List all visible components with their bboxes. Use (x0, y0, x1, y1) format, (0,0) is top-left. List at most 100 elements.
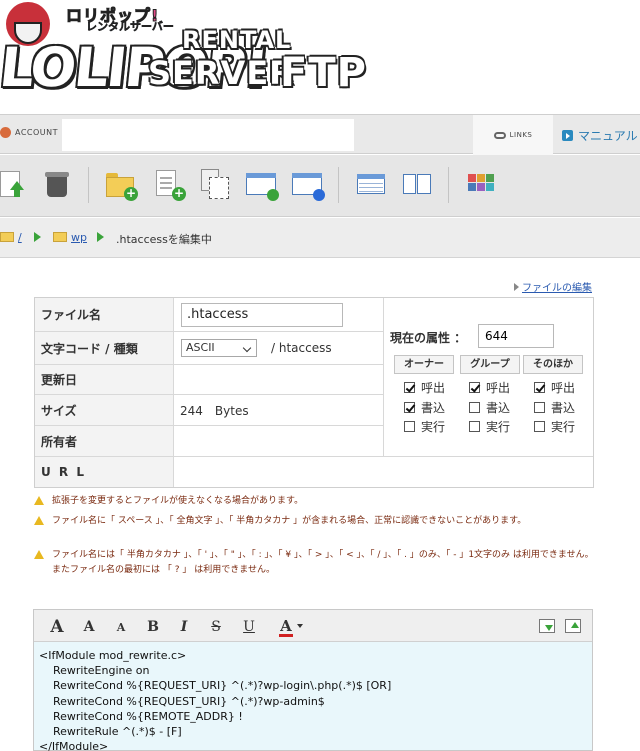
other-exec-checkbox[interactable]: 実行 (534, 418, 575, 435)
checkbox-box[interactable] (469, 382, 480, 393)
group-exec-checkbox[interactable]: 実行 (469, 418, 510, 435)
code-line: RewriteCond %{REMOTE_ADDR} ! (39, 709, 243, 723)
editor-toolbar: A A A B I S U A (34, 610, 592, 642)
owner-label: 所有者 (35, 426, 174, 456)
upload-icon[interactable] (0, 169, 30, 199)
file-edit-link[interactable]: ファイルの編集 (514, 279, 592, 294)
other-group-button[interactable]: そのほか (523, 355, 583, 374)
checkbox-box[interactable] (534, 402, 545, 413)
account-field (62, 119, 354, 151)
checkbox-box[interactable] (404, 382, 415, 393)
permission-label: 現在の属性 ： (390, 331, 467, 345)
code-line: RewriteRule ^(.*)$ - [F] (39, 725, 182, 739)
logo-ftp-text: FTP (280, 50, 367, 96)
code-line: RewriteCond %{REQUEST_URI} ^(.*)?wp-admi… (39, 694, 325, 708)
account-label: ACCOUNT (0, 127, 58, 138)
filename-label: ファイル名 (35, 298, 174, 331)
checkbox-box[interactable] (404, 421, 415, 432)
page: ロリポップ! レンタルサーバー LOLIPOP! RENTAL SERVER F… (0, 0, 640, 751)
download-icon[interactable] (539, 619, 555, 633)
underline-button[interactable]: U (240, 619, 258, 635)
checkbox-box[interactable] (534, 421, 545, 432)
breadcrumb: / wp .htaccessを編集中 (0, 218, 640, 258)
owner-write-checkbox[interactable]: 書込 (404, 399, 445, 416)
permissions-panel: 現在の属性 ： オーナー グループ そのほか 呼出 書込 実行 呼出 書込 実行… (383, 298, 593, 456)
text-editor: A A A B I S U A <IfModule mod_rewrite.c>… (33, 609, 593, 751)
upload-icon[interactable] (565, 619, 581, 633)
tile-view-icon[interactable] (466, 169, 496, 199)
checkbox-box[interactable] (534, 382, 545, 393)
breadcrumb-folder[interactable]: wp (53, 231, 87, 244)
list-view-icon[interactable] (356, 169, 386, 199)
group-write-checkbox[interactable]: 書込 (469, 399, 510, 416)
checkbox-box[interactable] (469, 402, 480, 413)
checkbox-box[interactable] (469, 421, 480, 432)
permission-input[interactable] (478, 324, 554, 348)
owner-row: 所有者 (35, 426, 383, 456)
warning-icon (34, 516, 44, 525)
checkbox-box[interactable] (404, 402, 415, 413)
encoding-row: 文字コード / 種類 ASCII / htaccess (35, 332, 383, 365)
group-read-checkbox[interactable]: 呼出 (469, 379, 510, 396)
warning-message: ファイル名に「 スペース 」、「 全角文字 」、「 半角カタカナ 」が含まれる場… (34, 514, 594, 529)
url-row: U R L (35, 456, 593, 487)
manual-link[interactable]: マニュアル (562, 127, 638, 144)
updated-row: 更新日 (35, 365, 383, 395)
encoding-select[interactable]: ASCII (181, 339, 257, 357)
code-line: RewriteEngine on (39, 664, 150, 678)
refresh-window-icon[interactable] (246, 169, 279, 201)
split-view-icon[interactable] (402, 169, 432, 199)
group-group-button[interactable]: グループ (460, 355, 520, 374)
account-bar: ACCOUNT LINKS マニュアル (0, 114, 640, 155)
size-label: サイズ (35, 395, 174, 425)
new-file-icon[interactable]: + (152, 169, 186, 201)
code-line: RewriteCond %{REQUEST_URI} ^(.*)?wp-logi… (39, 679, 392, 693)
breadcrumb-root[interactable]: / (0, 231, 22, 244)
other-read-checkbox[interactable]: 呼出 (534, 379, 575, 396)
other-write-checkbox[interactable]: 書込 (534, 399, 575, 416)
arrow-right-icon (97, 232, 104, 242)
web-window-icon[interactable] (292, 169, 325, 201)
encoding-label: 文字コード / 種類 (35, 332, 174, 364)
new-folder-icon[interactable]: + (104, 169, 138, 201)
trash-icon[interactable] (42, 169, 72, 199)
filename-row: ファイル名 (35, 298, 383, 332)
size-row: サイズ 244 Bytes (35, 395, 383, 426)
warning-icon (34, 550, 44, 559)
url-label: U R L (35, 457, 174, 487)
toolbar: + + (0, 155, 640, 217)
warning-message: ファイル名には「 半角カタカナ 」、「 ' 」、「 " 」、「 : 」、「 ¥ … (34, 548, 594, 578)
code-line: <IfModule mod_rewrite.c> (39, 649, 187, 662)
font-color-button[interactable]: A (279, 618, 293, 637)
strikethrough-button[interactable]: S (207, 619, 225, 635)
folder-icon (53, 232, 67, 242)
updated-label: 更新日 (35, 365, 174, 394)
copy-icon[interactable] (199, 169, 229, 199)
logo-sub-text: レンタルサーバー (86, 20, 174, 34)
code-line: </IfModule> (39, 740, 109, 751)
warning-icon (34, 496, 44, 505)
font-size-large-button[interactable]: A (48, 617, 66, 637)
toolbar-divider (88, 167, 89, 203)
lolipop-ftp-logo: ロリポップ! レンタルサーバー LOLIPOP! RENTAL SERVER F… (0, 0, 370, 112)
font-size-medium-button[interactable]: A (80, 619, 98, 635)
size-value: 244 Bytes (180, 403, 249, 418)
filename-input[interactable] (181, 302, 343, 327)
dropdown-caret-icon (297, 624, 303, 628)
font-size-small-button[interactable]: A (112, 621, 130, 634)
play-icon (562, 130, 573, 141)
file-type: / htaccess (271, 341, 332, 355)
bold-button[interactable]: B (144, 619, 162, 635)
toolbar-divider (338, 167, 339, 203)
owner-exec-checkbox[interactable]: 実行 (404, 418, 445, 435)
editor-content[interactable]: <IfModule mod_rewrite.c> RewriteEngine o… (34, 642, 592, 751)
warning-message: 拡張子を変更するとファイルが使えなくなる場合があります。 (34, 494, 594, 509)
user-icon (0, 127, 11, 138)
arrow-right-icon (34, 232, 41, 242)
links-button[interactable]: LINKS (473, 115, 553, 155)
link-icon (493, 131, 506, 139)
breadcrumb-current: .htaccessを編集中 (116, 233, 212, 246)
owner-group-button[interactable]: オーナー (394, 355, 454, 374)
owner-read-checkbox[interactable]: 呼出 (404, 379, 445, 396)
italic-button[interactable]: I (175, 619, 193, 635)
